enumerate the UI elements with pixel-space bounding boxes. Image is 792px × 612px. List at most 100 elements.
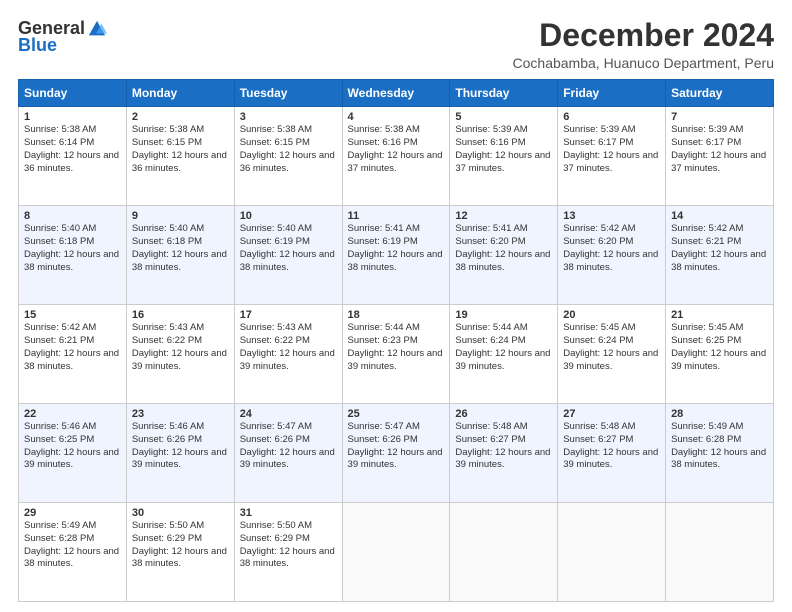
day-info: Sunrise: 5:47 AMSunset: 6:26 PMDaylight:… (240, 421, 337, 472)
header: General Blue December 2024 Cochabamba, H… (18, 18, 774, 71)
day-info: Sunrise: 5:49 AMSunset: 6:28 PMDaylight:… (24, 520, 121, 571)
calendar-cell (558, 503, 666, 602)
logo: General Blue (18, 18, 107, 56)
day-number: 2 (132, 111, 229, 123)
table-row: 8Sunrise: 5:40 AMSunset: 6:18 PMDaylight… (19, 206, 774, 305)
day-info: Sunrise: 5:42 AMSunset: 6:21 PMDaylight:… (671, 223, 768, 274)
day-number: 1 (24, 111, 121, 123)
calendar-cell: 18Sunrise: 5:44 AMSunset: 6:23 PMDayligh… (342, 305, 450, 404)
day-info: Sunrise: 5:48 AMSunset: 6:27 PMDaylight:… (455, 421, 552, 472)
calendar-cell: 4Sunrise: 5:38 AMSunset: 6:16 PMDaylight… (342, 107, 450, 206)
calendar-cell: 10Sunrise: 5:40 AMSunset: 6:19 PMDayligh… (234, 206, 342, 305)
calendar-cell: 9Sunrise: 5:40 AMSunset: 6:18 PMDaylight… (126, 206, 234, 305)
day-info: Sunrise: 5:38 AMSunset: 6:14 PMDaylight:… (24, 124, 121, 175)
day-number: 3 (240, 111, 337, 123)
calendar-cell: 31Sunrise: 5:50 AMSunset: 6:29 PMDayligh… (234, 503, 342, 602)
day-number: 13 (563, 210, 660, 222)
calendar-cell: 27Sunrise: 5:48 AMSunset: 6:27 PMDayligh… (558, 404, 666, 503)
calendar-cell: 29Sunrise: 5:49 AMSunset: 6:28 PMDayligh… (19, 503, 127, 602)
calendar-cell: 12Sunrise: 5:41 AMSunset: 6:20 PMDayligh… (450, 206, 558, 305)
calendar-cell: 6Sunrise: 5:39 AMSunset: 6:17 PMDaylight… (558, 107, 666, 206)
table-row: 15Sunrise: 5:42 AMSunset: 6:21 PMDayligh… (19, 305, 774, 404)
month-title: December 2024 (513, 18, 774, 53)
day-info: Sunrise: 5:39 AMSunset: 6:17 PMDaylight:… (563, 124, 660, 175)
calendar-cell: 30Sunrise: 5:50 AMSunset: 6:29 PMDayligh… (126, 503, 234, 602)
logo-blue: Blue (18, 35, 57, 56)
calendar-cell: 23Sunrise: 5:46 AMSunset: 6:26 PMDayligh… (126, 404, 234, 503)
calendar-cell: 3Sunrise: 5:38 AMSunset: 6:15 PMDaylight… (234, 107, 342, 206)
calendar-cell: 8Sunrise: 5:40 AMSunset: 6:18 PMDaylight… (19, 206, 127, 305)
table-row: 29Sunrise: 5:49 AMSunset: 6:28 PMDayligh… (19, 503, 774, 602)
day-info: Sunrise: 5:39 AMSunset: 6:16 PMDaylight:… (455, 124, 552, 175)
day-number: 10 (240, 210, 337, 222)
day-info: Sunrise: 5:45 AMSunset: 6:25 PMDaylight:… (671, 322, 768, 373)
day-number: 21 (671, 309, 768, 321)
calendar-cell (666, 503, 774, 602)
calendar-cell: 24Sunrise: 5:47 AMSunset: 6:26 PMDayligh… (234, 404, 342, 503)
day-info: Sunrise: 5:40 AMSunset: 6:18 PMDaylight:… (24, 223, 121, 274)
table-row: 22Sunrise: 5:46 AMSunset: 6:25 PMDayligh… (19, 404, 774, 503)
day-info: Sunrise: 5:50 AMSunset: 6:29 PMDaylight:… (240, 520, 337, 571)
day-info: Sunrise: 5:46 AMSunset: 6:25 PMDaylight:… (24, 421, 121, 472)
day-number: 9 (132, 210, 229, 222)
day-number: 28 (671, 408, 768, 420)
day-number: 26 (455, 408, 552, 420)
calendar-cell: 1Sunrise: 5:38 AMSunset: 6:14 PMDaylight… (19, 107, 127, 206)
location: Cochabamba, Huanuco Department, Peru (513, 55, 774, 71)
table-row: 1Sunrise: 5:38 AMSunset: 6:14 PMDaylight… (19, 107, 774, 206)
day-info: Sunrise: 5:43 AMSunset: 6:22 PMDaylight:… (240, 322, 337, 373)
day-number: 31 (240, 507, 337, 519)
calendar-cell: 7Sunrise: 5:39 AMSunset: 6:17 PMDaylight… (666, 107, 774, 206)
day-info: Sunrise: 5:45 AMSunset: 6:24 PMDaylight:… (563, 322, 660, 373)
day-number: 8 (24, 210, 121, 222)
day-info: Sunrise: 5:42 AMSunset: 6:21 PMDaylight:… (24, 322, 121, 373)
calendar-cell (342, 503, 450, 602)
calendar-cell: 14Sunrise: 5:42 AMSunset: 6:21 PMDayligh… (666, 206, 774, 305)
day-number: 20 (563, 309, 660, 321)
day-number: 4 (348, 111, 445, 123)
col-saturday: Saturday (666, 80, 774, 107)
day-number: 12 (455, 210, 552, 222)
day-number: 25 (348, 408, 445, 420)
day-info: Sunrise: 5:48 AMSunset: 6:27 PMDaylight:… (563, 421, 660, 472)
calendar-cell: 25Sunrise: 5:47 AMSunset: 6:26 PMDayligh… (342, 404, 450, 503)
day-number: 22 (24, 408, 121, 420)
col-tuesday: Tuesday (234, 80, 342, 107)
day-number: 17 (240, 309, 337, 321)
day-number: 11 (348, 210, 445, 222)
logo-icon (87, 19, 107, 39)
day-info: Sunrise: 5:47 AMSunset: 6:26 PMDaylight:… (348, 421, 445, 472)
day-info: Sunrise: 5:46 AMSunset: 6:26 PMDaylight:… (132, 421, 229, 472)
day-number: 29 (24, 507, 121, 519)
calendar-cell: 28Sunrise: 5:49 AMSunset: 6:28 PMDayligh… (666, 404, 774, 503)
day-info: Sunrise: 5:49 AMSunset: 6:28 PMDaylight:… (671, 421, 768, 472)
day-info: Sunrise: 5:44 AMSunset: 6:24 PMDaylight:… (455, 322, 552, 373)
calendar-cell: 17Sunrise: 5:43 AMSunset: 6:22 PMDayligh… (234, 305, 342, 404)
day-number: 24 (240, 408, 337, 420)
day-info: Sunrise: 5:41 AMSunset: 6:19 PMDaylight:… (348, 223, 445, 274)
col-thursday: Thursday (450, 80, 558, 107)
calendar-cell: 15Sunrise: 5:42 AMSunset: 6:21 PMDayligh… (19, 305, 127, 404)
col-friday: Friday (558, 80, 666, 107)
col-wednesday: Wednesday (342, 80, 450, 107)
day-number: 23 (132, 408, 229, 420)
calendar-cell: 2Sunrise: 5:38 AMSunset: 6:15 PMDaylight… (126, 107, 234, 206)
day-info: Sunrise: 5:41 AMSunset: 6:20 PMDaylight:… (455, 223, 552, 274)
day-number: 15 (24, 309, 121, 321)
day-info: Sunrise: 5:38 AMSunset: 6:15 PMDaylight:… (132, 124, 229, 175)
calendar-cell: 16Sunrise: 5:43 AMSunset: 6:22 PMDayligh… (126, 305, 234, 404)
header-row: Sunday Monday Tuesday Wednesday Thursday… (19, 80, 774, 107)
day-info: Sunrise: 5:44 AMSunset: 6:23 PMDaylight:… (348, 322, 445, 373)
day-info: Sunrise: 5:42 AMSunset: 6:20 PMDaylight:… (563, 223, 660, 274)
day-info: Sunrise: 5:40 AMSunset: 6:19 PMDaylight:… (240, 223, 337, 274)
col-monday: Monday (126, 80, 234, 107)
day-number: 19 (455, 309, 552, 321)
calendar-cell (450, 503, 558, 602)
calendar-table: Sunday Monday Tuesday Wednesday Thursday… (18, 79, 774, 602)
calendar-cell: 21Sunrise: 5:45 AMSunset: 6:25 PMDayligh… (666, 305, 774, 404)
calendar-cell: 5Sunrise: 5:39 AMSunset: 6:16 PMDaylight… (450, 107, 558, 206)
calendar-cell: 11Sunrise: 5:41 AMSunset: 6:19 PMDayligh… (342, 206, 450, 305)
day-info: Sunrise: 5:50 AMSunset: 6:29 PMDaylight:… (132, 520, 229, 571)
day-info: Sunrise: 5:38 AMSunset: 6:15 PMDaylight:… (240, 124, 337, 175)
calendar-cell: 22Sunrise: 5:46 AMSunset: 6:25 PMDayligh… (19, 404, 127, 503)
